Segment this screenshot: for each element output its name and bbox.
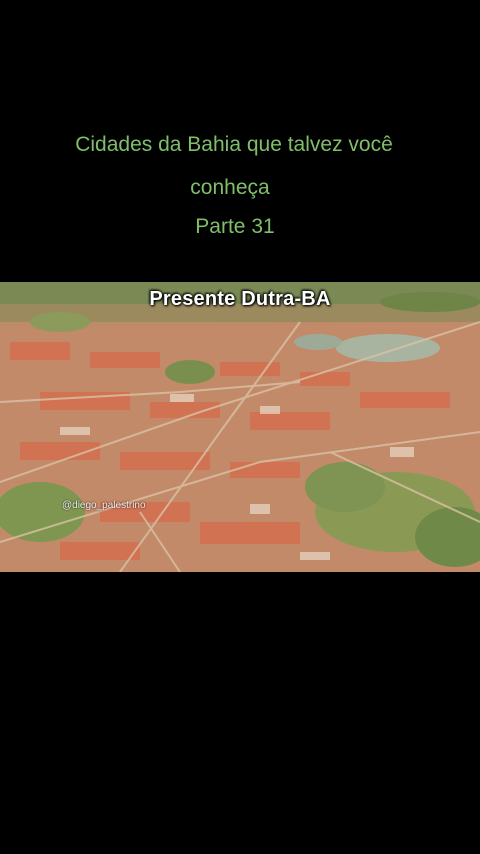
aerial-city-photo: Presente Dutra-BA @diego_palestrino <box>0 282 480 572</box>
watermark: @diego_palestrino <box>62 500 146 511</box>
caption-line-1: Cidades da Bahia que talvez você <box>75 133 393 156</box>
aerial-city-illustration <box>0 282 480 572</box>
caption-line-2: conheça <box>190 176 270 199</box>
caption-line-3: Parte 31 <box>195 215 275 238</box>
photo-title: Presente Dutra-BA <box>149 288 331 310</box>
